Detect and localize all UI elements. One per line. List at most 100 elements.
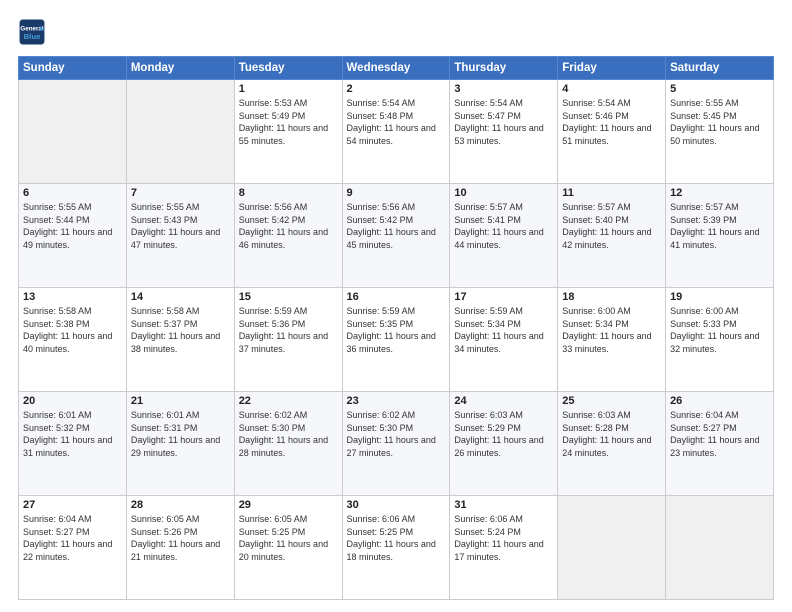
daylight-text: Daylight: 11 hours and 42 minutes. bbox=[562, 226, 661, 251]
calendar-cell: 18Sunrise: 6:00 AMSunset: 5:34 PMDayligh… bbox=[558, 288, 666, 392]
sunrise-text: Sunrise: 5:57 AM bbox=[670, 201, 769, 214]
cell-content: Sunrise: 6:04 AMSunset: 5:27 PMDaylight:… bbox=[23, 513, 122, 563]
sunrise-text: Sunrise: 6:00 AM bbox=[562, 305, 661, 318]
day-number: 17 bbox=[454, 291, 553, 303]
sunset-text: Sunset: 5:25 PM bbox=[347, 526, 446, 539]
calendar-header-monday: Monday bbox=[126, 57, 234, 80]
cell-content: Sunrise: 6:05 AMSunset: 5:26 PMDaylight:… bbox=[131, 513, 230, 563]
daylight-text: Daylight: 11 hours and 28 minutes. bbox=[239, 434, 338, 459]
cell-content: Sunrise: 5:57 AMSunset: 5:41 PMDaylight:… bbox=[454, 201, 553, 251]
calendar-week-5: 27Sunrise: 6:04 AMSunset: 5:27 PMDayligh… bbox=[19, 496, 774, 600]
day-number: 25 bbox=[562, 395, 661, 407]
calendar-week-3: 13Sunrise: 5:58 AMSunset: 5:38 PMDayligh… bbox=[19, 288, 774, 392]
calendar-cell: 23Sunrise: 6:02 AMSunset: 5:30 PMDayligh… bbox=[342, 392, 450, 496]
sunset-text: Sunset: 5:30 PM bbox=[347, 422, 446, 435]
cell-content: Sunrise: 5:57 AMSunset: 5:39 PMDaylight:… bbox=[670, 201, 769, 251]
sunrise-text: Sunrise: 5:54 AM bbox=[562, 97, 661, 110]
day-number: 9 bbox=[347, 187, 446, 199]
calendar-cell: 13Sunrise: 5:58 AMSunset: 5:38 PMDayligh… bbox=[19, 288, 127, 392]
daylight-text: Daylight: 11 hours and 36 minutes. bbox=[347, 330, 446, 355]
page: General Blue SundayMondayTuesdayWednesda… bbox=[0, 0, 792, 612]
daylight-text: Daylight: 11 hours and 40 minutes. bbox=[23, 330, 122, 355]
sunset-text: Sunset: 5:34 PM bbox=[562, 318, 661, 331]
sunrise-text: Sunrise: 5:57 AM bbox=[454, 201, 553, 214]
calendar-cell: 19Sunrise: 6:00 AMSunset: 5:33 PMDayligh… bbox=[666, 288, 774, 392]
daylight-text: Daylight: 11 hours and 18 minutes. bbox=[347, 538, 446, 563]
sunset-text: Sunset: 5:32 PM bbox=[23, 422, 122, 435]
cell-content: Sunrise: 5:54 AMSunset: 5:48 PMDaylight:… bbox=[347, 97, 446, 147]
calendar-cell: 3 Sunrise: 5:54 AMSunset: 5:47 PMDaylight… bbox=[450, 80, 558, 184]
daylight-text: Daylight: 11 hours and 37 minutes. bbox=[239, 330, 338, 355]
cell-content: Sunrise: 6:03 AMSunset: 5:29 PMDaylight:… bbox=[454, 409, 553, 459]
header: General Blue bbox=[18, 18, 774, 46]
cell-content: Sunrise: 5:55 AMSunset: 5:43 PMDaylight:… bbox=[131, 201, 230, 251]
cell-content: Sunrise: 6:06 AMSunset: 5:24 PMDaylight:… bbox=[454, 513, 553, 563]
cell-content: Sunrise: 6:02 AMSunset: 5:30 PMDaylight:… bbox=[239, 409, 338, 459]
sunrise-text: Sunrise: 5:54 AM bbox=[347, 97, 446, 110]
sunrise-text: Sunrise: 6:02 AM bbox=[239, 409, 338, 422]
sunrise-text: Sunrise: 6:06 AM bbox=[347, 513, 446, 526]
daylight-text: Daylight: 11 hours and 46 minutes. bbox=[239, 226, 338, 251]
sunset-text: Sunset: 5:28 PM bbox=[562, 422, 661, 435]
calendar-cell: 9Sunrise: 5:56 AMSunset: 5:42 PMDaylight… bbox=[342, 184, 450, 288]
daylight-text: Daylight: 11 hours and 21 minutes. bbox=[131, 538, 230, 563]
sunset-text: Sunset: 5:29 PM bbox=[454, 422, 553, 435]
sunrise-text: Sunrise: 6:00 AM bbox=[670, 305, 769, 318]
logo-icon: General Blue bbox=[18, 18, 46, 46]
sunset-text: Sunset: 5:33 PM bbox=[670, 318, 769, 331]
sunset-text: Sunset: 5:31 PM bbox=[131, 422, 230, 435]
day-number: 6 bbox=[23, 187, 122, 199]
daylight-text: Daylight: 11 hours and 55 minutes. bbox=[239, 122, 338, 147]
sunrise-text: Sunrise: 5:56 AM bbox=[239, 201, 338, 214]
calendar-cell: 29Sunrise: 6:05 AMSunset: 5:25 PMDayligh… bbox=[234, 496, 342, 600]
sunrise-text: Sunrise: 5:55 AM bbox=[670, 97, 769, 110]
cell-content: Sunrise: 6:01 AMSunset: 5:32 PMDaylight:… bbox=[23, 409, 122, 459]
sunset-text: Sunset: 5:27 PM bbox=[23, 526, 122, 539]
sunrise-text: Sunrise: 5:57 AM bbox=[562, 201, 661, 214]
cell-content: Sunrise: 5:54 AMSunset: 5:47 PMDaylight:… bbox=[454, 97, 553, 147]
sunset-text: Sunset: 5:34 PM bbox=[454, 318, 553, 331]
sunrise-text: Sunrise: 5:59 AM bbox=[454, 305, 553, 318]
sunset-text: Sunset: 5:45 PM bbox=[670, 110, 769, 123]
calendar-cell bbox=[19, 80, 127, 184]
calendar-cell: 8Sunrise: 5:56 AMSunset: 5:42 PMDaylight… bbox=[234, 184, 342, 288]
sunrise-text: Sunrise: 6:03 AM bbox=[562, 409, 661, 422]
calendar-header-wednesday: Wednesday bbox=[342, 57, 450, 80]
sunset-text: Sunset: 5:36 PM bbox=[239, 318, 338, 331]
sunrise-text: Sunrise: 5:59 AM bbox=[239, 305, 338, 318]
cell-content: Sunrise: 5:59 AMSunset: 5:34 PMDaylight:… bbox=[454, 305, 553, 355]
sunrise-text: Sunrise: 6:05 AM bbox=[239, 513, 338, 526]
day-number: 3 bbox=[454, 83, 553, 95]
calendar-header-row: SundayMondayTuesdayWednesdayThursdayFrid… bbox=[19, 57, 774, 80]
calendar-cell: 28 Sunrise: 6:05 AMSunset: 5:26 PMDayligh… bbox=[126, 496, 234, 600]
sunset-text: Sunset: 5:37 PM bbox=[131, 318, 230, 331]
day-number: 28 bbox=[131, 499, 230, 511]
calendar-table: SundayMondayTuesdayWednesdayThursdayFrid… bbox=[18, 56, 774, 600]
sunset-text: Sunset: 5:48 PM bbox=[347, 110, 446, 123]
calendar-cell: 7Sunrise: 5:55 AMSunset: 5:43 PMDaylight… bbox=[126, 184, 234, 288]
sunrise-text: Sunrise: 6:02 AM bbox=[347, 409, 446, 422]
daylight-text: Daylight: 11 hours and 47 minutes. bbox=[131, 226, 230, 251]
cell-content: Sunrise: 5:57 AMSunset: 5:40 PMDaylight:… bbox=[562, 201, 661, 251]
cell-content: Sunrise: 5:55 AMSunset: 5:45 PMDaylight:… bbox=[670, 97, 769, 147]
daylight-text: Daylight: 11 hours and 50 minutes. bbox=[670, 122, 769, 147]
cell-content: Sunrise: 6:01 AMSunset: 5:31 PMDaylight:… bbox=[131, 409, 230, 459]
sunset-text: Sunset: 5:44 PM bbox=[23, 214, 122, 227]
day-number: 23 bbox=[347, 395, 446, 407]
calendar-cell: 11Sunrise: 5:57 AMSunset: 5:40 PMDayligh… bbox=[558, 184, 666, 288]
calendar-cell: 24Sunrise: 6:03 AMSunset: 5:29 PMDayligh… bbox=[450, 392, 558, 496]
sunset-text: Sunset: 5:42 PM bbox=[347, 214, 446, 227]
calendar-cell: 26Sunrise: 6:04 AMSunset: 5:27 PMDayligh… bbox=[666, 392, 774, 496]
daylight-text: Daylight: 11 hours and 32 minutes. bbox=[670, 330, 769, 355]
calendar-cell: 27Sunrise: 6:04 AMSunset: 5:27 PMDayligh… bbox=[19, 496, 127, 600]
calendar-week-1: 1Sunrise: 5:53 AMSunset: 5:49 PMDaylight… bbox=[19, 80, 774, 184]
svg-text:Blue: Blue bbox=[24, 32, 42, 41]
sunset-text: Sunset: 5:41 PM bbox=[454, 214, 553, 227]
calendar-cell: 12Sunrise: 5:57 AMSunset: 5:39 PMDayligh… bbox=[666, 184, 774, 288]
calendar-cell: 16Sunrise: 5:59 AMSunset: 5:35 PMDayligh… bbox=[342, 288, 450, 392]
calendar-week-2: 6Sunrise: 5:55 AMSunset: 5:44 PMDaylight… bbox=[19, 184, 774, 288]
day-number: 18 bbox=[562, 291, 661, 303]
calendar-cell: 5Sunrise: 5:55 AMSunset: 5:45 PMDaylight… bbox=[666, 80, 774, 184]
calendar-cell bbox=[558, 496, 666, 600]
calendar-header-thursday: Thursday bbox=[450, 57, 558, 80]
